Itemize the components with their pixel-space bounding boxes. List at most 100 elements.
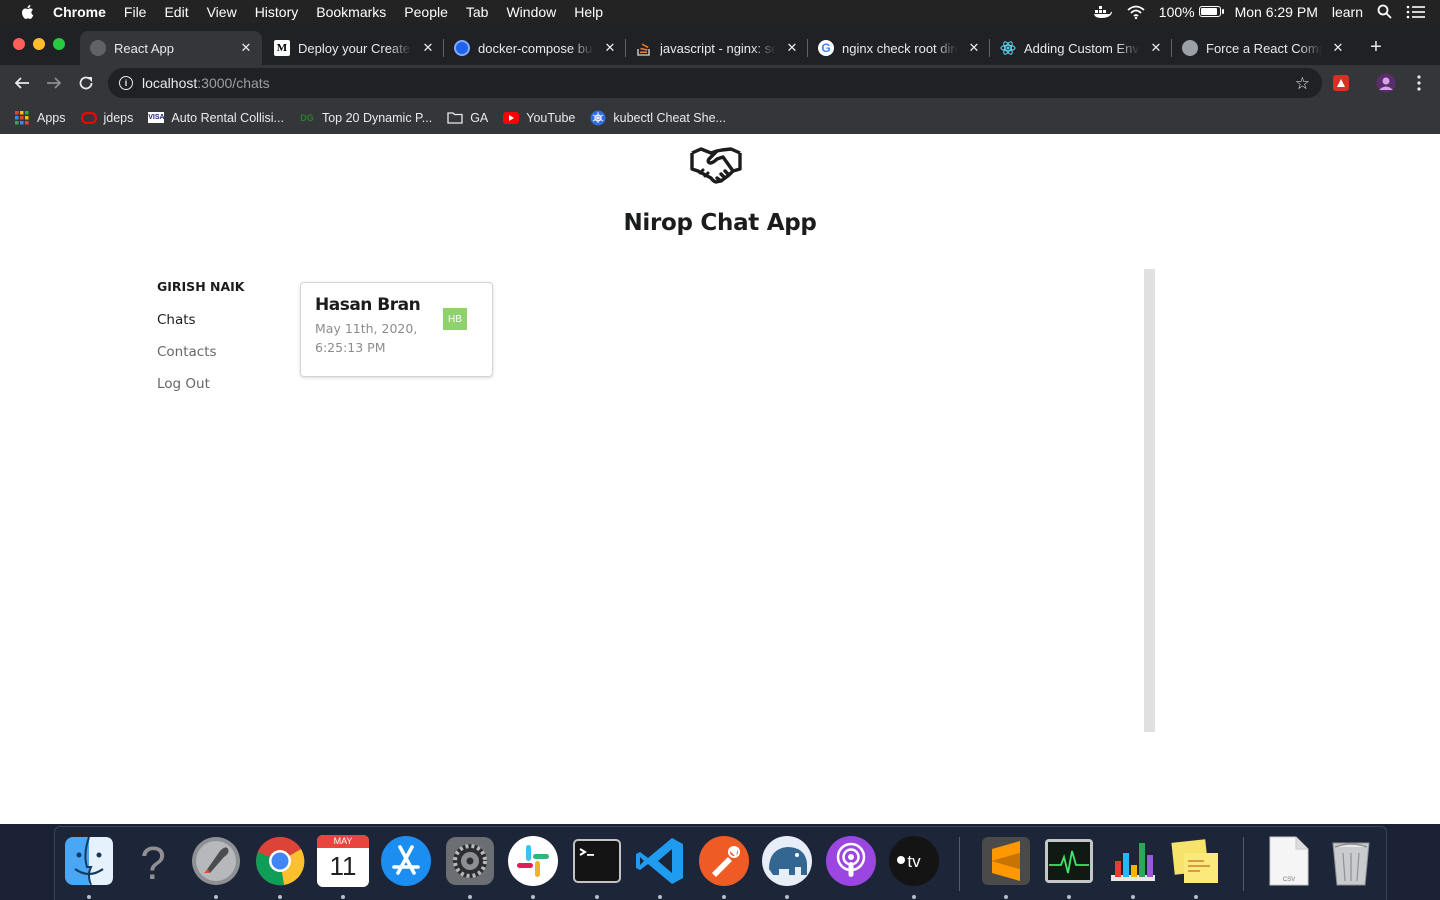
menu-clock[interactable]: Mon 6:29 PM xyxy=(1235,4,1318,20)
folder-icon xyxy=(447,110,463,126)
tab-custom-env[interactable]: Adding Custom Environment ✕ xyxy=(990,31,1172,65)
battery-percent: 100% xyxy=(1158,3,1195,20)
browser-tab-strip: React App ✕ M Deploy your Create React A… xyxy=(0,23,1440,65)
site-info-icon[interactable]: i xyxy=(119,76,133,90)
apple-tv-icon[interactable]: tv xyxy=(888,835,940,887)
close-tab-icon[interactable]: ✕ xyxy=(966,40,982,56)
menu-file[interactable]: File xyxy=(124,4,147,20)
apps-grid-icon xyxy=(14,110,30,126)
chat-card[interactable]: Hasan Bran May 11th, 2020, 6:25:13 PM HB xyxy=(300,282,493,377)
url-text[interactable]: localhost:3000/chats xyxy=(142,75,270,91)
menu-bookmarks[interactable]: Bookmarks xyxy=(316,4,386,20)
running-indicator xyxy=(531,895,535,899)
tab-title: React App xyxy=(114,40,174,56)
menu-user[interactable]: learn xyxy=(1332,4,1363,20)
terminal-icon[interactable] xyxy=(571,835,623,887)
close-tab-icon[interactable]: ✕ xyxy=(1148,40,1164,56)
postman-icon[interactable] xyxy=(698,835,750,887)
wifi-icon[interactable] xyxy=(1127,5,1145,19)
nav-contacts-link[interactable]: Contacts xyxy=(157,344,217,360)
close-window-button[interactable] xyxy=(13,38,25,50)
nav-logout-link[interactable]: Log Out xyxy=(157,376,210,392)
sidebar-menu: GIRISH NAIK Chats Contacts Log Out xyxy=(157,279,244,392)
tab-force-react[interactable]: Force a React Component ✕ xyxy=(1172,31,1354,65)
zoom-window-button[interactable] xyxy=(53,38,65,50)
menu-view[interactable]: View xyxy=(207,4,237,20)
docker-status-icon[interactable] xyxy=(1093,5,1113,19)
close-tab-icon[interactable]: ✕ xyxy=(784,40,800,56)
menu-edit[interactable]: Edit xyxy=(164,4,188,20)
bookmark-auto-rental[interactable]: VISA Auto Rental Collisi... xyxy=(148,111,284,125)
browser-toolbar: i localhost:3000/chats ☆ xyxy=(0,65,1440,101)
help-icon[interactable]: ? xyxy=(127,835,179,887)
tab-title: Force a React Component xyxy=(1206,40,1322,56)
tab-react-app[interactable]: React App ✕ xyxy=(80,31,262,65)
new-tab-button[interactable]: + xyxy=(1366,36,1386,59)
vscode-icon[interactable] xyxy=(634,835,686,887)
minimize-window-button[interactable] xyxy=(33,38,45,50)
menu-history[interactable]: History xyxy=(255,4,299,20)
bookmark-label: Apps xyxy=(37,110,66,125)
calendar-icon[interactable]: MAY 11 xyxy=(317,835,369,887)
launchpad-icon[interactable] xyxy=(190,835,242,887)
bookmark-apps[interactable]: Apps xyxy=(14,110,66,126)
stickies-icon[interactable] xyxy=(1170,835,1222,887)
menu-help[interactable]: Help xyxy=(574,4,603,20)
dock-separator xyxy=(959,837,960,891)
chrome-icon[interactable] xyxy=(254,835,306,887)
tab-nginx-google[interactable]: G nginx check root directory ✕ xyxy=(808,31,990,65)
back-button[interactable] xyxy=(12,73,32,93)
running-indicator xyxy=(214,895,218,899)
tab-deploy-cra[interactable]: M Deploy your Create React App ✕ xyxy=(264,31,444,65)
close-tab-icon[interactable]: ✕ xyxy=(420,40,436,56)
running-indicator xyxy=(785,895,789,899)
spotlight-search-icon[interactable] xyxy=(1377,4,1392,19)
numbers-icon[interactable] xyxy=(1107,835,1159,887)
google-favicon: G xyxy=(818,40,834,56)
svg-text:?: ? xyxy=(140,837,166,887)
tab-title: docker-compose build xyxy=(478,40,594,56)
menu-window[interactable]: Window xyxy=(506,4,556,20)
svg-text:tv: tv xyxy=(907,852,921,871)
chat-panel-scrollbar[interactable] xyxy=(1144,269,1155,732)
apple-logo-icon[interactable] xyxy=(19,3,37,21)
profile-avatar-icon[interactable] xyxy=(1376,73,1396,93)
notification-center-icon[interactable] xyxy=(1406,5,1426,19)
close-tab-icon[interactable]: ✕ xyxy=(602,40,618,56)
address-bar[interactable]: i localhost:3000/chats ☆ xyxy=(108,68,1322,98)
battery-status[interactable]: 100% xyxy=(1158,3,1224,20)
tab-stackoverflow[interactable]: javascript - nginx: serve ✕ xyxy=(626,31,808,65)
close-tab-icon[interactable]: ✕ xyxy=(1330,40,1346,56)
bookmark-top-20[interactable]: DG Top 20 Dynamic P... xyxy=(299,110,432,126)
bookmark-kubectl[interactable]: kubectl Cheat She... xyxy=(590,110,726,126)
csv-file-icon[interactable]: CSV xyxy=(1262,835,1314,887)
finder-icon[interactable] xyxy=(63,835,115,887)
chat-contact-name: Hasan Bran xyxy=(315,295,421,315)
nav-chats-link[interactable]: Chats xyxy=(157,312,196,328)
bookmark-jdeps[interactable]: jdeps xyxy=(80,110,133,126)
system-preferences-icon[interactable] xyxy=(444,835,496,887)
forward-button[interactable] xyxy=(44,73,64,93)
postgres-icon[interactable] xyxy=(761,835,813,887)
activity-monitor-icon[interactable] xyxy=(1043,835,1095,887)
bookmark-label: GA xyxy=(470,110,489,125)
close-tab-icon[interactable]: ✕ xyxy=(238,40,254,56)
oracle-icon xyxy=(80,110,97,126)
trash-icon[interactable] xyxy=(1325,835,1377,887)
reload-button[interactable] xyxy=(76,73,96,93)
tab-docker-compose[interactable]: docker-compose build ✕ xyxy=(444,31,626,65)
podcasts-icon[interactable] xyxy=(825,835,877,887)
menu-app-chrome[interactable]: Chrome xyxy=(53,4,106,20)
slack-icon[interactable] xyxy=(507,835,559,887)
app-store-icon[interactable] xyxy=(380,835,432,887)
youtube-icon xyxy=(503,110,520,126)
bookmark-youtube[interactable]: YouTube xyxy=(503,110,575,126)
sublime-text-icon[interactable] xyxy=(980,835,1032,887)
bookmark-star-icon[interactable]: ☆ xyxy=(1295,74,1310,94)
menu-people[interactable]: People xyxy=(404,4,448,20)
bookmark-folder-ga[interactable]: GA xyxy=(447,110,488,126)
menu-tab[interactable]: Tab xyxy=(466,4,489,20)
chrome-menu-icon[interactable] xyxy=(1410,74,1428,92)
extension-icon[interactable] xyxy=(1332,74,1350,92)
chat-timestamp: May 11th, 2020, 6:25:13 PM xyxy=(315,321,418,355)
